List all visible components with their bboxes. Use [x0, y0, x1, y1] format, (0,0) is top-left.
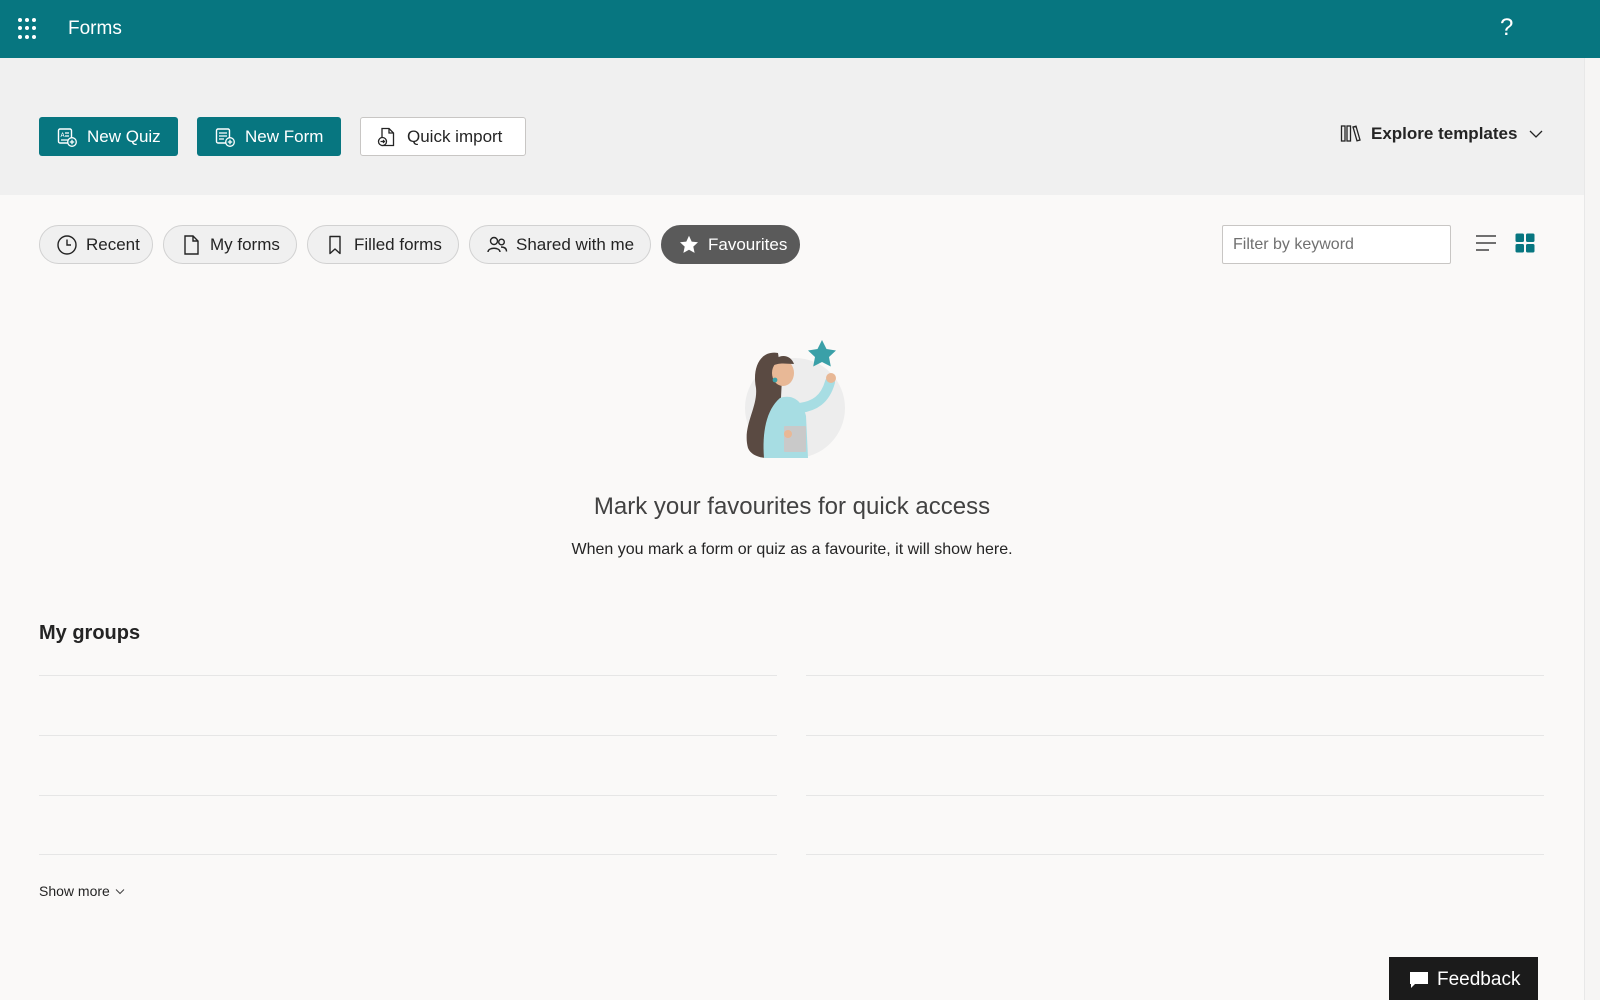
tab-my-forms[interactable]: My forms — [163, 225, 297, 264]
new-form-icon — [215, 127, 235, 147]
groups-column-left — [39, 675, 777, 855]
star-icon — [680, 235, 698, 253]
group-row-placeholder — [39, 795, 777, 855]
tab-filled-forms-label: Filled forms — [354, 234, 442, 254]
grid-view-icon[interactable] — [1515, 233, 1535, 253]
new-quiz-button[interactable]: A New Quiz — [39, 117, 178, 156]
tab-shared-with-me-label: Shared with me — [516, 234, 635, 254]
feedback-icon — [1410, 971, 1428, 988]
new-quiz-label: New Quiz — [87, 126, 161, 146]
quick-import-button[interactable]: Quick import — [360, 117, 526, 156]
top-app-bar: Forms ? — [0, 0, 1600, 58]
group-row-placeholder — [806, 795, 1544, 855]
tab-favourites-label: Favourites — [708, 234, 788, 254]
my-groups-heading: My groups — [39, 622, 141, 644]
svg-text:A: A — [61, 132, 66, 139]
feedback-label: Feedback — [1437, 968, 1521, 990]
filter-keyword-input[interactable] — [1222, 225, 1451, 264]
tab-recent[interactable]: Recent — [39, 225, 153, 264]
chevron-down-icon — [1529, 130, 1543, 138]
empty-state-title: Mark your favourites for quick access — [593, 493, 991, 520]
new-quiz-icon: A — [57, 127, 77, 147]
quick-import-label: Quick import — [407, 126, 503, 146]
explore-templates-button[interactable]: Explore templates — [1340, 124, 1543, 144]
group-row-placeholder — [39, 735, 777, 795]
empty-state-subtitle: When you mark a form or quiz as a favour… — [571, 541, 1013, 558]
tab-filled-forms[interactable]: Filled forms — [307, 225, 459, 264]
new-form-button[interactable]: New Form — [197, 117, 341, 156]
tab-my-forms-label: My forms — [210, 234, 280, 254]
action-band: A New Quiz New Form Quick import Explore… — [0, 58, 1584, 195]
favourites-illustration — [745, 340, 845, 458]
tab-shared-with-me[interactable]: Shared with me — [469, 225, 651, 264]
library-icon — [1340, 125, 1361, 142]
explore-templates-label: Explore templates — [1371, 124, 1518, 143]
app-title[interactable]: Forms — [68, 18, 122, 40]
chevron-down-icon — [115, 888, 125, 894]
groups-column-right — [806, 675, 1544, 855]
group-row-placeholder — [806, 675, 1544, 735]
people-icon — [487, 236, 508, 252]
group-row-placeholder — [806, 735, 1544, 795]
document-icon — [184, 234, 199, 255]
app-launcher-icon[interactable] — [18, 18, 40, 40]
document-import-icon — [377, 127, 395, 146]
clock-icon — [57, 234, 77, 255]
new-form-label: New Form — [245, 126, 324, 146]
show-more-label: Show more — [39, 883, 110, 899]
help-icon[interactable]: ? — [1500, 14, 1513, 42]
list-view-icon[interactable] — [1475, 233, 1497, 253]
feedback-button[interactable]: Feedback — [1389, 957, 1538, 1000]
tab-favourites[interactable]: Favourites — [661, 225, 800, 264]
group-row-placeholder — [39, 675, 777, 735]
page-scrollbar[interactable] — [1584, 58, 1600, 1000]
tab-recent-label: Recent — [86, 234, 140, 254]
show-more-button[interactable]: Show more — [39, 883, 125, 899]
bookmark-icon — [329, 235, 341, 254]
